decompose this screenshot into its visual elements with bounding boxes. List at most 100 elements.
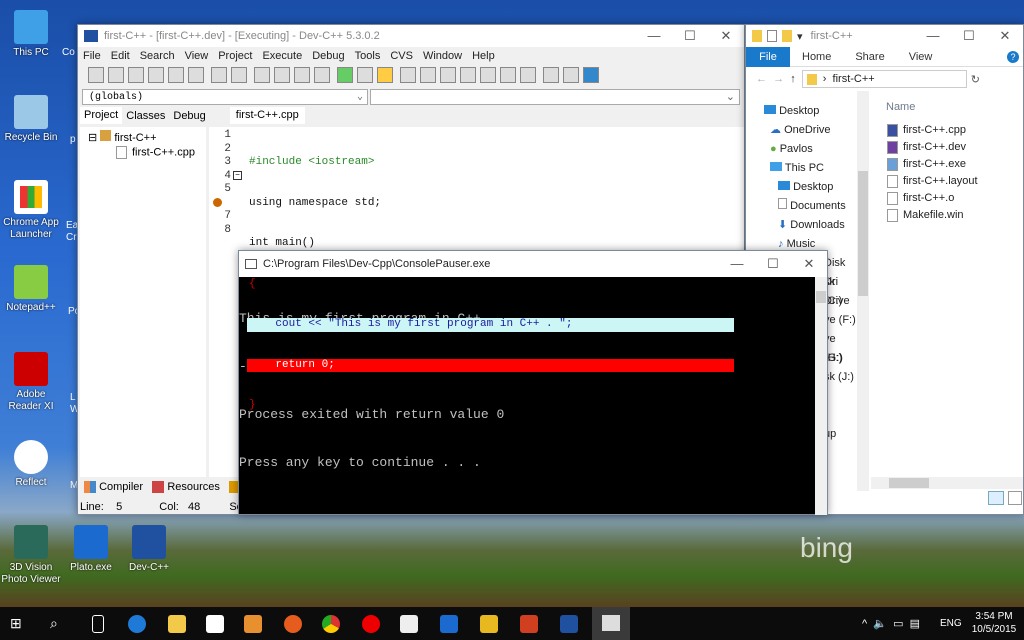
desktop-icon-reflect[interactable]: Reflect	[0, 440, 62, 489]
tree-file[interactable]: first-C++.cpp	[80, 144, 206, 159]
console-scrollbar[interactable]	[815, 277, 827, 515]
nav-scrollbar[interactable]	[857, 91, 869, 491]
undo-icon[interactable]	[211, 67, 228, 83]
nav-documents[interactable]: Documents	[764, 197, 856, 216]
menu-execute[interactable]: Execute	[262, 50, 302, 62]
tray-icons[interactable]: ^ 🔈 ▭ ▤	[862, 617, 920, 630]
desktop-icon-dev-cpp[interactable]: Dev-C++	[118, 525, 180, 574]
app-launcher-icon[interactable]	[400, 615, 418, 633]
nav-downloads[interactable]: ⬇ Downloads	[764, 216, 856, 235]
compile-run-icon[interactable]	[440, 67, 457, 83]
syntax-check-icon[interactable]	[480, 67, 497, 83]
new-folder-icon[interactable]	[782, 30, 792, 42]
desktop-icon-notepad-plus-plus[interactable]: Notepad++	[0, 265, 62, 314]
run-icon[interactable]	[420, 67, 437, 83]
minimize-button[interactable]: —	[636, 25, 672, 47]
open-icon[interactable]	[108, 67, 124, 83]
file-item[interactable]: first-C++.layout	[887, 173, 978, 190]
powerpoint-icon[interactable]	[520, 615, 538, 633]
compile-icon[interactable]	[400, 67, 417, 83]
indent-icon[interactable]	[294, 67, 311, 83]
ribbon-home[interactable]: Home	[802, 51, 831, 63]
close-button[interactable]: ✕	[708, 25, 744, 47]
opera-icon[interactable]	[362, 615, 380, 633]
project-options-icon[interactable]	[377, 67, 394, 83]
desktop-icon-chrome-app-launcher[interactable]: Chrome App Launcher	[0, 180, 62, 241]
ribbon-view[interactable]: View	[909, 51, 933, 63]
redo-icon[interactable]	[231, 67, 248, 83]
function-combo[interactable]: ⌄	[370, 89, 740, 105]
file-item[interactable]: first-C++.exe	[887, 156, 978, 173]
media-icon[interactable]	[244, 615, 262, 633]
menu-edit[interactable]: Edit	[111, 50, 130, 62]
menu-project[interactable]: Project	[218, 50, 252, 62]
plato-icon[interactable]	[440, 615, 458, 633]
nav-desktop[interactable]: Desktop	[764, 102, 856, 121]
menu-cvs[interactable]: CVS	[390, 50, 413, 62]
clock[interactable]: 3:54 PM 10/5/2015	[970, 610, 1018, 636]
bookmark-icon[interactable]	[563, 67, 580, 83]
file-item[interactable]: Makefile.win	[887, 207, 978, 224]
menu-tools[interactable]: Tools	[355, 50, 381, 62]
column-header-name[interactable]: Name	[886, 101, 915, 113]
add-to-project-icon[interactable]	[337, 67, 354, 83]
desktop-icon-3d-vision[interactable]: 3D Vision Photo Viewer	[0, 525, 62, 586]
ribbon-file[interactable]: File	[746, 46, 790, 67]
nav-pc-desktop[interactable]: Desktop	[764, 178, 856, 197]
edge-icon[interactable]	[128, 615, 146, 633]
console-taskbar-button[interactable]	[592, 607, 630, 640]
firefox-icon[interactable]	[284, 615, 302, 633]
code-editor[interactable]: − 1234578 #include <iostream> using name…	[209, 127, 744, 477]
menu-window[interactable]: Window	[423, 50, 462, 62]
menu-view[interactable]: View	[185, 50, 209, 62]
scope-combo[interactable]: (globals) ⌄	[82, 89, 368, 105]
close-button[interactable]: ✕	[791, 253, 827, 275]
unindent-icon[interactable]	[314, 67, 331, 83]
tab-project[interactable]: Project	[80, 107, 123, 124]
close-file-icon[interactable]	[168, 67, 184, 83]
tab-resources[interactable]: Resources	[167, 481, 220, 493]
tab-compiler[interactable]: Compiler	[99, 481, 143, 493]
task-view-icon[interactable]	[92, 615, 104, 633]
nav-this-pc[interactable]: This PC	[764, 159, 856, 178]
tab-debug[interactable]: Debug	[169, 109, 209, 124]
menu-file[interactable]: File	[83, 50, 101, 62]
chrome-icon[interactable]	[322, 615, 340, 633]
menu-debug[interactable]: Debug	[312, 50, 344, 62]
help-icon[interactable]: ?	[1007, 50, 1019, 63]
desktop-icon-recycle-bin[interactable]: Recycle Bin	[0, 95, 62, 144]
back-icon[interactable]: ←	[756, 73, 767, 85]
up-icon[interactable]: ↑	[790, 73, 796, 85]
properties-icon[interactable]	[767, 30, 777, 42]
details-view-icon[interactable]	[988, 491, 1004, 505]
maximize-button[interactable]: ☐	[755, 253, 791, 275]
stop-icon[interactable]	[520, 67, 537, 83]
language-indicator[interactable]: ENG	[940, 618, 962, 629]
desktop-icon-adobe-reader[interactable]: Adobe Reader XI	[0, 352, 62, 413]
forward-icon[interactable]: →	[773, 73, 784, 85]
save-icon[interactable]	[128, 67, 144, 83]
file-item[interactable]: first-C++.dev	[887, 139, 978, 156]
close-button[interactable]: ✕	[987, 25, 1023, 47]
ribbon-share[interactable]: Share	[855, 51, 884, 63]
nav-user[interactable]: ● Pavlos	[764, 140, 856, 159]
remove-from-project-icon[interactable]	[357, 67, 374, 83]
file-explorer-icon[interactable]	[168, 615, 186, 633]
minimize-button[interactable]: —	[915, 25, 951, 47]
dev-cpp-taskbar-icon[interactable]	[560, 615, 578, 633]
file-item[interactable]: first-C++.o	[887, 190, 978, 207]
window-list-icon[interactable]	[583, 67, 600, 83]
start-button[interactable]: ⊞	[10, 615, 28, 633]
large-icons-view-icon[interactable]	[1008, 491, 1022, 505]
tab-classes[interactable]: Classes	[122, 109, 169, 124]
desktop-icon-plato[interactable]: Plato.exe	[60, 525, 122, 574]
file-item[interactable]: first-C++.cpp	[887, 122, 978, 139]
rebuild-icon[interactable]	[460, 67, 477, 83]
print-icon[interactable]	[188, 67, 204, 83]
tree-project[interactable]: ⊟ first-C++	[80, 127, 206, 144]
find-icon[interactable]	[254, 67, 271, 83]
tab-editor-file[interactable]: first-C++.cpp	[229, 107, 305, 124]
desktop-icon-this-pc[interactable]: This PC	[0, 10, 62, 59]
profile-icon[interactable]	[500, 67, 517, 83]
new-file-icon[interactable]	[88, 67, 104, 83]
